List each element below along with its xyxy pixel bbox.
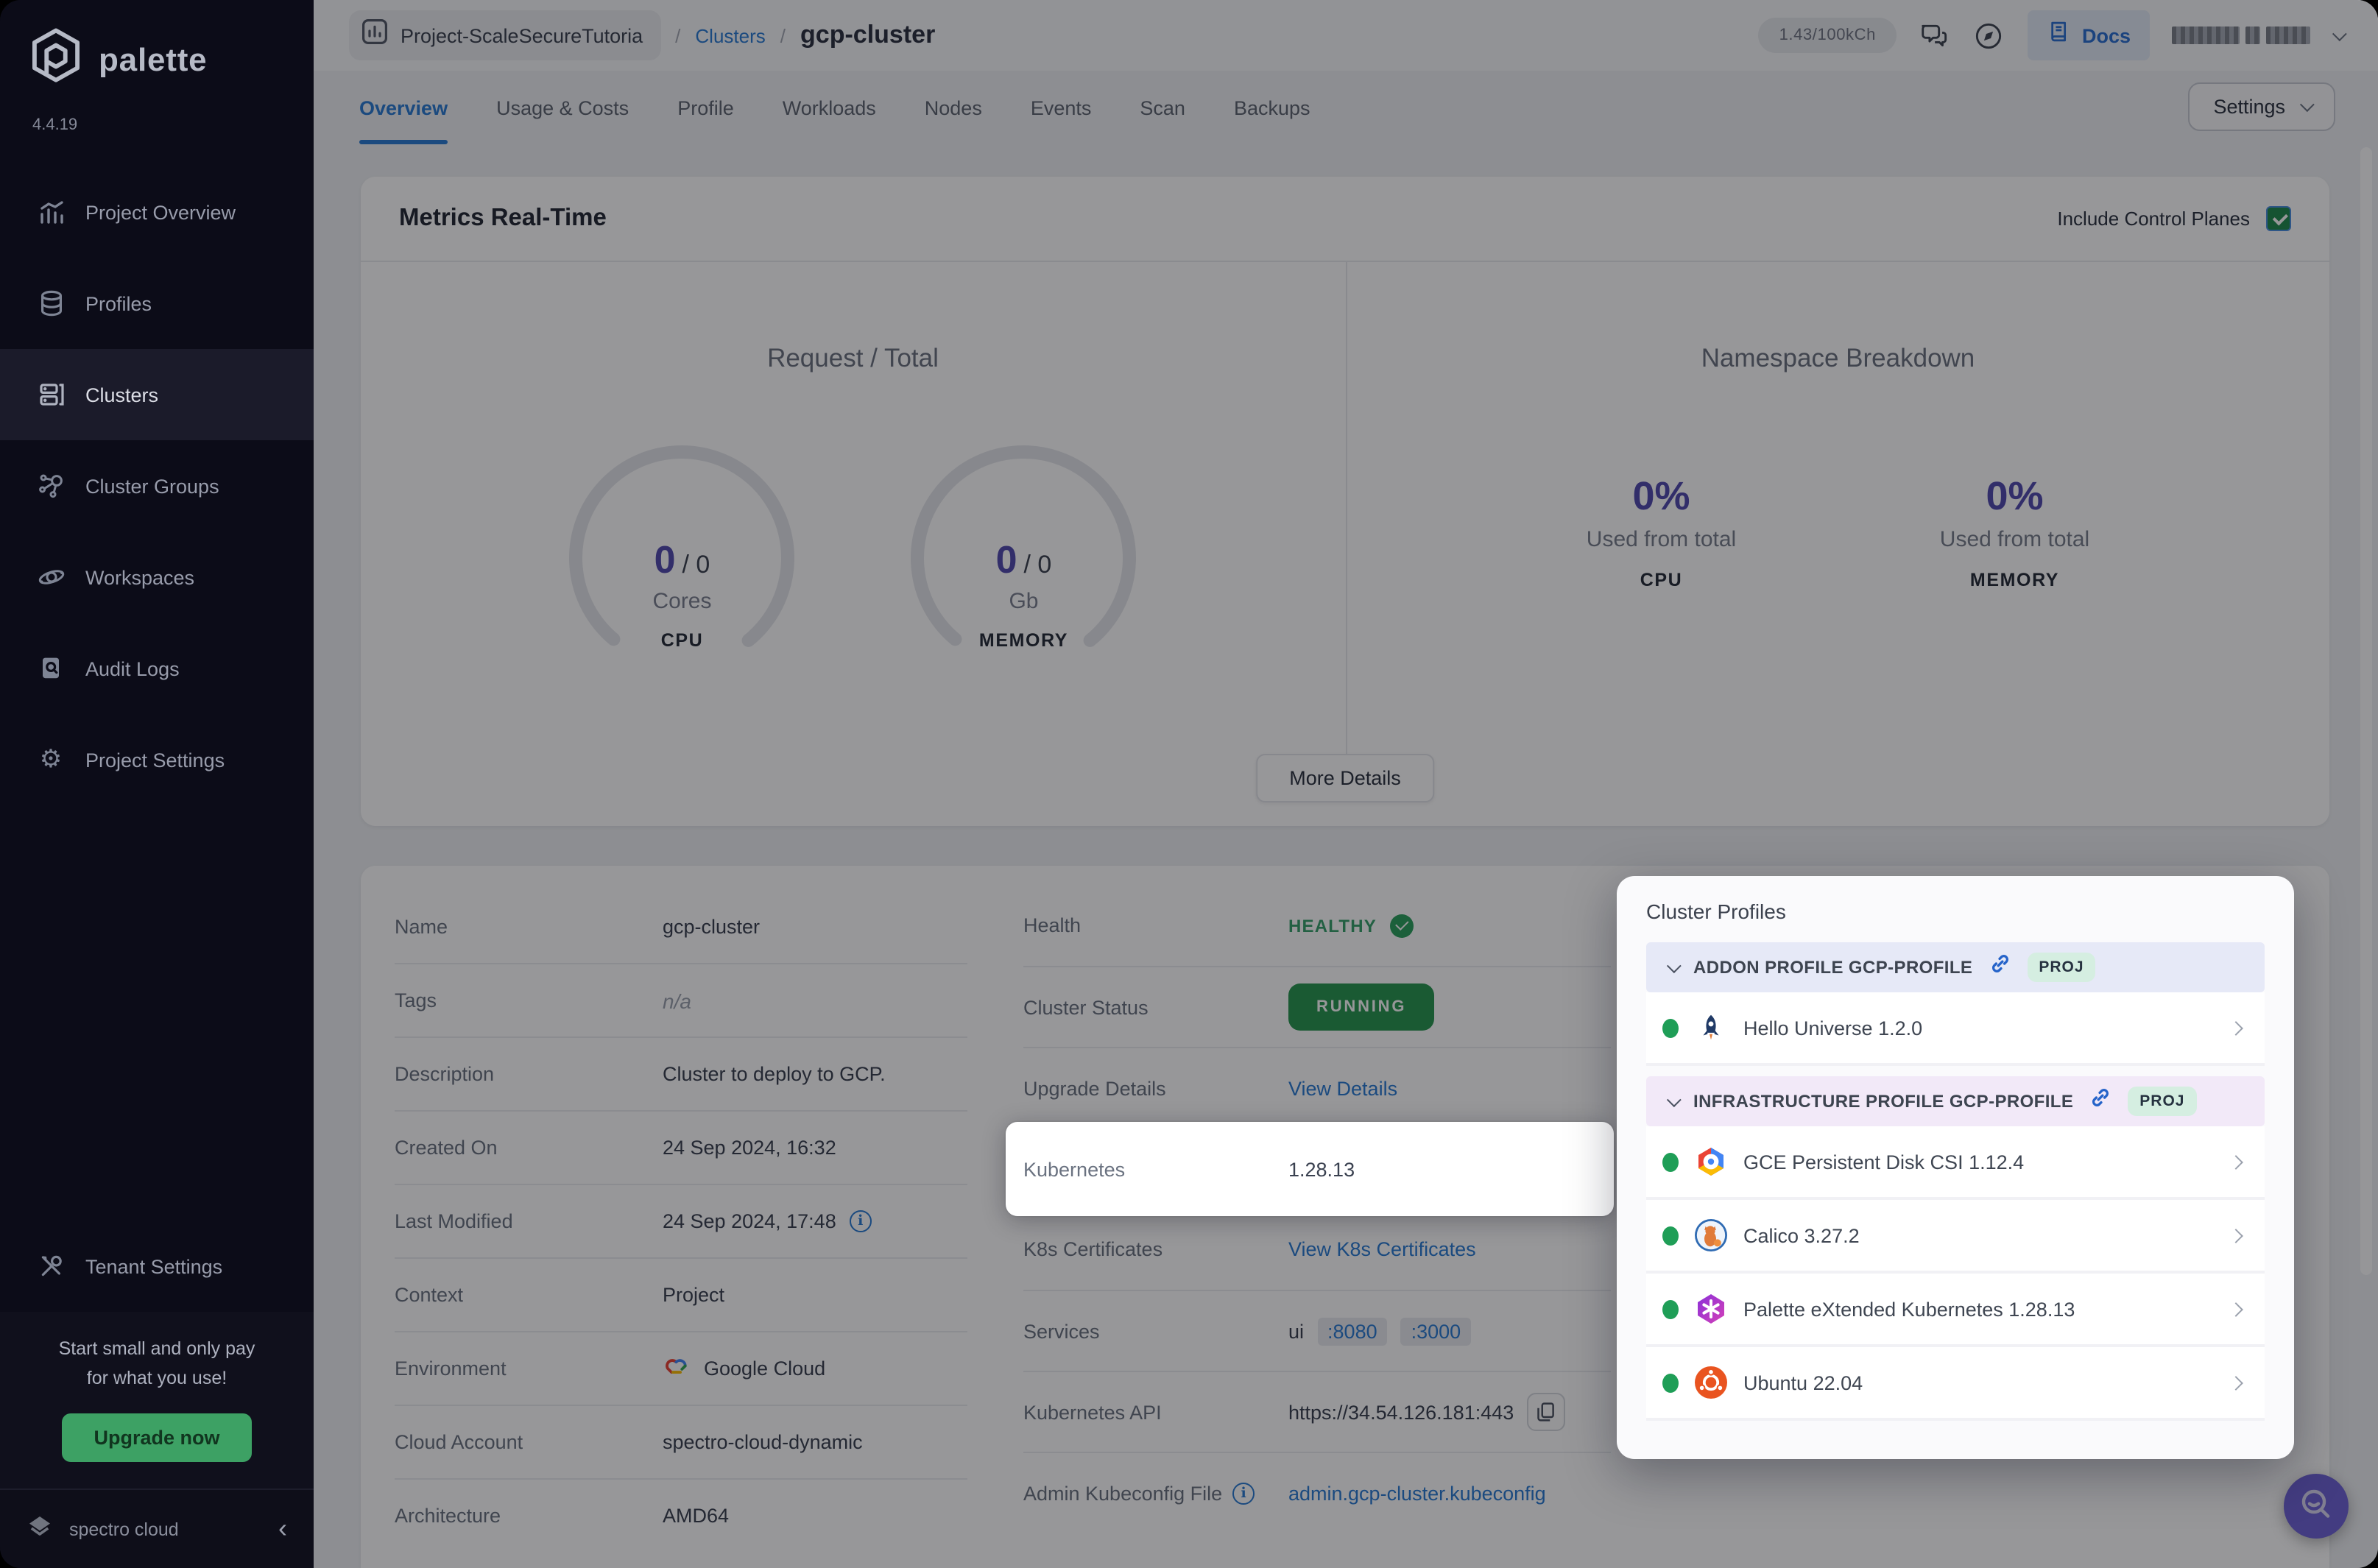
addon-profile-header[interactable]: ADDON PROFILE GCP-PROFILE PROJ xyxy=(1646,942,2265,992)
spectro-cloud-logo-icon xyxy=(24,1509,56,1549)
status-dot-icon xyxy=(1662,1018,1679,1037)
upgrade-promo: Start small and only pay for what you us… xyxy=(0,1312,314,1488)
status-dot-icon xyxy=(1662,1152,1679,1171)
kubernetes-version: 1.28.13 xyxy=(1288,1158,1355,1180)
sidebar-item-project-overview[interactable]: Project Overview xyxy=(0,166,314,258)
sidebar-item-clusters[interactable]: Clusters xyxy=(0,349,314,440)
status-dot-icon xyxy=(1662,1373,1679,1392)
chevron-down-icon xyxy=(1666,958,1682,973)
sidebar-collapse-button[interactable]: ‹ xyxy=(278,1514,287,1544)
scope-badge: PROJ xyxy=(2128,1087,2197,1116)
profile-item-palette-extended-kubernetes[interactable]: Palette eXtended Kubernetes 1.28.13 xyxy=(1646,1274,2265,1347)
sidebar-item-label: Project Settings xyxy=(85,749,225,771)
chevron-right-icon xyxy=(2229,1014,2243,1041)
ubuntu-icon xyxy=(1695,1366,1727,1399)
sidebar-footer: spectro cloud ‹ xyxy=(0,1488,314,1568)
detail-row-kubernetes-spotlight: Kubernetes 1.28.13 xyxy=(1006,1122,1614,1216)
network-nodes-icon xyxy=(35,470,66,501)
sidebar-item-tenant-settings[interactable]: Tenant Settings xyxy=(0,1221,314,1313)
profile-item-gce-persistent-disk[interactable]: GCE Persistent Disk CSI 1.12.4 xyxy=(1646,1126,2265,1200)
hello-universe-icon xyxy=(1695,1011,1727,1044)
pxk-icon xyxy=(1695,1293,1727,1325)
sidebar-nav: Project Overview Profiles Clusters Clust… xyxy=(0,166,314,805)
sidebar-item-profiles[interactable]: Profiles xyxy=(0,258,314,349)
profile-item-ubuntu[interactable]: Ubuntu 22.04 xyxy=(1646,1347,2265,1421)
document-search-icon xyxy=(35,653,66,684)
cluster-profiles-panel: Cluster Profiles ADDON PROFILE GCP-PROFI… xyxy=(1617,876,2294,1459)
brand-name: palette xyxy=(99,40,208,77)
gear-icon: ⚙ xyxy=(39,744,63,774)
chevron-right-icon xyxy=(2229,1148,2243,1175)
sidebar-item-label: Cluster Groups xyxy=(85,475,219,497)
sidebar-item-label: Clusters xyxy=(85,384,159,406)
main-area: Project-ScaleSecureTutoria / Clusters / … xyxy=(314,0,2378,1568)
infrastructure-profile-header[interactable]: INFRASTRUCTURE PROFILE GCP-PROFILE PROJ xyxy=(1646,1076,2265,1126)
sidebar-item-project-settings[interactable]: ⚙ Project Settings xyxy=(0,714,314,805)
chevron-right-icon xyxy=(2229,1369,2243,1396)
orbit-icon xyxy=(35,562,66,593)
sidebar-item-workspaces[interactable]: Workspaces xyxy=(0,532,314,623)
layers-stack-icon xyxy=(35,288,66,319)
brand: palette xyxy=(0,0,314,93)
link-icon xyxy=(1989,953,2011,982)
gce-disk-icon xyxy=(1695,1145,1727,1178)
app-version: 4.4.19 xyxy=(32,116,78,134)
sidebar-item-label: Audit Logs xyxy=(85,657,180,679)
app-window: palette 4.4.19 Project Overview Profiles… xyxy=(0,0,2378,1568)
chevron-right-icon xyxy=(2229,1222,2243,1249)
status-dot-icon xyxy=(1662,1299,1679,1318)
scope-badge: PROJ xyxy=(2027,953,2096,982)
chevron-down-icon xyxy=(1666,1092,1682,1107)
sidebar-item-label: Project Overview xyxy=(85,201,236,223)
cluster-profiles-title: Cluster Profiles xyxy=(1646,900,1786,923)
bar-chart-icon xyxy=(35,197,66,227)
palette-logo-icon xyxy=(27,27,85,93)
status-dot-icon xyxy=(1662,1226,1679,1245)
link-icon xyxy=(2089,1087,2111,1116)
sidebar-item-label: Tenant Settings xyxy=(85,1255,223,1278)
sidebar-item-audit-logs[interactable]: Audit Logs xyxy=(0,623,314,714)
promo-text: Start small and only pay for what you us… xyxy=(58,1338,255,1388)
calico-icon xyxy=(1695,1219,1727,1251)
tools-icon xyxy=(35,1251,66,1282)
sidebar: palette 4.4.19 Project Overview Profiles… xyxy=(0,0,314,1568)
chevron-right-icon xyxy=(2229,1296,2243,1322)
sidebar-item-label: Profiles xyxy=(85,292,152,314)
sidebar-item-label: Workspaces xyxy=(85,566,195,588)
spectro-cloud-label: spectro cloud xyxy=(69,1519,179,1539)
server-list-icon xyxy=(35,379,66,410)
profile-item-hello-universe[interactable]: Hello Universe 1.2.0 xyxy=(1646,992,2265,1066)
upgrade-now-button[interactable]: Upgrade now xyxy=(61,1413,253,1462)
sidebar-item-cluster-groups[interactable]: Cluster Groups xyxy=(0,440,314,532)
profile-item-calico[interactable]: Calico 3.27.2 xyxy=(1646,1200,2265,1274)
